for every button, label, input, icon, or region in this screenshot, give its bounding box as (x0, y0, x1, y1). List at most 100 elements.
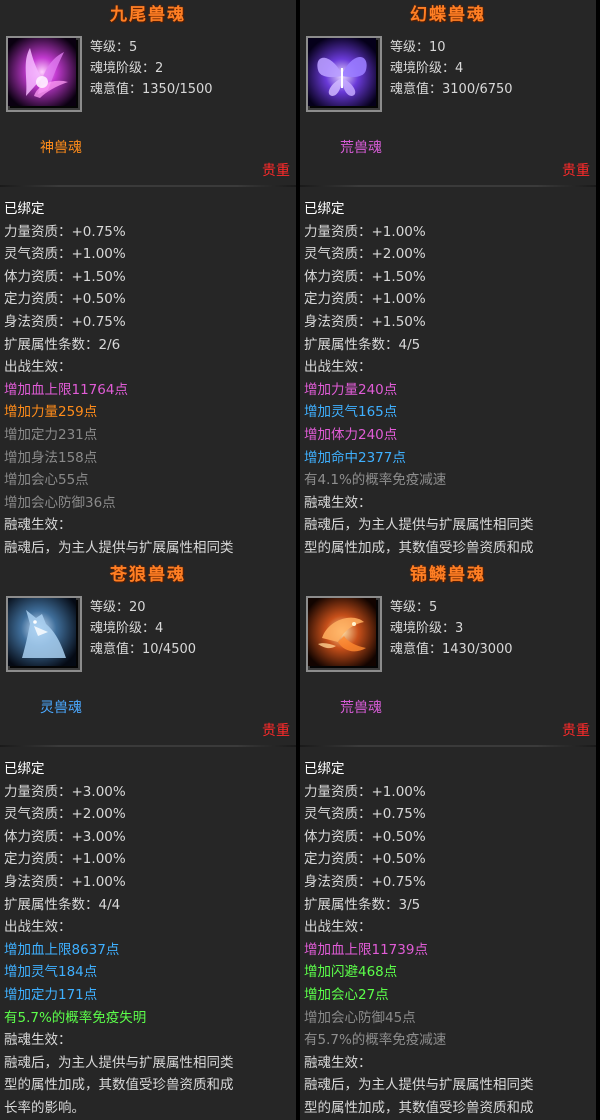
attribute-line: 融魂生效： (4, 517, 72, 534)
level-stat: 等级：20 (90, 600, 146, 615)
attribute-line: 已绑定 (4, 761, 45, 777)
attribute-line: 增加灵气184点 (4, 964, 98, 981)
attribute-line: 灵气资质：+1.00% (4, 246, 126, 263)
attribute-line: 有5.7%的概率免疫失明 (4, 1009, 147, 1026)
divider (0, 745, 296, 747)
card-title: 九尾兽魂 (110, 5, 186, 25)
attribute-line: 增加会心防御45点 (304, 1009, 416, 1026)
attribute-line: 灵气资质：+2.00% (4, 806, 126, 823)
card-stats: 等级：5 魂境阶级：2 魂意值：1350/1500 (90, 37, 213, 100)
realm-stat: 魂境阶级：2 (90, 61, 164, 76)
attribute-line: 扩展属性条数：4/5 (304, 336, 421, 353)
card-stats: 等级：20 魂境阶级：4 魂意值：10/4500 (90, 597, 196, 660)
attribute-line: 已绑定 (4, 201, 45, 217)
attribute-line: 增加闪避468点 (304, 964, 398, 981)
level-stat: 等级：10 (390, 40, 446, 55)
attribute-line: 增加灵气165点 (304, 404, 398, 421)
attribute-line: 出战生效： (4, 919, 72, 936)
rarity-label: 贵重 (262, 723, 290, 739)
tooltip-card-butterfly: 幻蝶兽魂 等级：10 魂境阶级：4 魂意值：3100/6750 荒兽魂 贵重 已… (300, 0, 596, 560)
divider (300, 185, 596, 187)
attribute-line: 体力资质：+3.00% (4, 828, 126, 845)
card-title: 苍狼兽魂 (110, 565, 186, 585)
attribute-line: 力量资质：+0.75% (4, 223, 126, 240)
attribute-line: 型的属性加成，其数值受珍兽资质和成 (4, 1077, 234, 1094)
attribute-line: 融魂后，为主人提供与扩展属性相同类 (304, 1077, 534, 1094)
attribute-line: 身法资质：+1.50% (304, 313, 426, 330)
attribute-line: 扩展属性条数：2/6 (4, 336, 121, 353)
attribute-line: 融魂生效： (304, 1054, 372, 1071)
attribute-line: 增加定力231点 (4, 426, 98, 443)
attribute-line: 增加血上限11764点 (4, 381, 128, 398)
divider (0, 185, 296, 187)
realm-stat: 魂境阶级：4 (390, 61, 464, 76)
soul-value-stat: 魂意值：1430/3000 (390, 642, 513, 657)
butterfly-spirit-icon[interactable] (306, 36, 382, 112)
attribute-line: 定力资质：+1.00% (304, 291, 426, 308)
soul-value-stat: 魂意值：1350/1500 (90, 82, 213, 97)
soul-type-label: 灵兽魂 (40, 700, 82, 716)
soul-type-label: 神兽魂 (40, 140, 82, 156)
attribute-line: 体力资质：+1.50% (4, 268, 126, 285)
attribute-line: 力量资质：+3.00% (4, 783, 126, 800)
attribute-line: 增加会心55点 (4, 472, 89, 489)
attribute-line: 扩展属性条数：4/4 (4, 896, 121, 913)
attribute-line: 增加血上限8637点 (4, 941, 120, 958)
attribute-line: 出战生效： (304, 919, 372, 936)
rarity-label: 贵重 (262, 163, 290, 179)
card-title: 幻蝶兽魂 (410, 5, 486, 25)
koi-fish-spirit-icon[interactable] (306, 596, 382, 672)
realm-stat: 魂境阶级：4 (90, 621, 164, 636)
soul-type-label: 荒兽魂 (340, 700, 382, 716)
attribute-line: 长率的影响。 (4, 1099, 85, 1116)
attribute-line: 出战生效： (4, 359, 72, 376)
attribute-line: 融魂生效： (304, 494, 372, 511)
attribute-line: 定力资质：+0.50% (304, 851, 426, 868)
attribute-line: 增加定力171点 (4, 986, 98, 1003)
attribute-line: 增加体力240点 (304, 426, 398, 443)
attribute-line: 已绑定 (304, 201, 345, 217)
attribute-line: 定力资质：+0.50% (4, 291, 126, 308)
attribute-line: 扩展属性条数：3/5 (304, 896, 421, 913)
attribute-list: 已绑定 力量资质：+3.00% 灵气资质：+2.00% 体力资质：+3.00% 定力资质… (4, 758, 294, 1120)
attribute-line: 身法资质：+0.75% (4, 313, 126, 330)
attribute-line: 体力资质：+0.50% (304, 828, 426, 845)
attribute-line: 增加命中2377点 (304, 449, 406, 466)
divider (300, 745, 596, 747)
attribute-line: 身法资质：+1.00% (4, 873, 126, 890)
attribute-line: 增加会心防御36点 (4, 494, 116, 511)
attribute-line: 已绑定 (304, 761, 345, 777)
card-title: 锦鳞兽魂 (410, 565, 486, 585)
wolf-spirit-icon[interactable] (6, 596, 82, 672)
attribute-line: 增加会心27点 (304, 986, 389, 1003)
realm-stat: 魂境阶级：3 (390, 621, 464, 636)
attribute-line: 融魂后，为主人提供与扩展属性相同类 (4, 539, 234, 556)
attribute-line: 体力资质：+1.50% (304, 268, 426, 285)
tooltip-card-wolf: 苍狼兽魂 等级：20 魂境阶级：4 魂意值：10/4500 灵兽魂 贵重 已绑定… (0, 560, 296, 1120)
card-stats: 等级：10 魂境阶级：4 魂意值：3100/6750 (390, 37, 513, 100)
soul-value-stat: 魂意值：10/4500 (90, 642, 197, 657)
attribute-line: 有4.1%的概率免疫减速 (304, 472, 447, 489)
attribute-list: 已绑定 力量资质：+1.00% 灵气资质：+2.00% 体力资质：+1.50% 定力资质… (304, 198, 594, 560)
attribute-line: 增加血上限11739点 (304, 941, 428, 958)
attribute-list: 已绑定力量资质：+0.75% 灵气资质：+1.00% 体力资质：+1.50% 定力资质… (4, 198, 294, 560)
attribute-line: 型的属性加成，其数值受珍兽资质和成 (304, 539, 534, 556)
attribute-line: 融魂后，为主人提供与扩展属性相同类 (304, 517, 534, 534)
attribute-line: 灵气资质：+0.75% (304, 806, 426, 823)
attribute-line: 增加身法158点 (4, 449, 98, 466)
level-stat: 等级：5 (390, 600, 438, 615)
soul-value-stat: 魂意值：3100/6750 (390, 82, 513, 97)
attribute-line: 融魂生效： (4, 1032, 72, 1049)
nine-tail-fox-spirit-icon[interactable] (6, 36, 82, 112)
attribute-line: 融魂后，为主人提供与扩展属性相同类 (4, 1054, 234, 1071)
attribute-line: 力量资质：+1.00% (304, 223, 426, 240)
attribute-line: 出战生效： (304, 359, 372, 376)
attribute-list: 已绑定力量资质：+1.00% 灵气资质：+0.75% 体力资质：+0.50% 定力资质… (304, 758, 594, 1120)
tooltip-card-nine-tail: 九尾兽魂 等级：5 魂境阶级：2 魂意值：1350/1500 神兽魂 贵重 已绑… (0, 0, 296, 560)
attribute-line: 身法资质：+0.75% (304, 873, 426, 890)
tooltip-card-koi: 锦鳞兽魂 等级：5 魂境阶级：3 魂意值：1430/3000 荒兽魂 贵重 已绑… (300, 560, 596, 1120)
card-stats: 等级：5 魂境阶级：3 魂意值：1430/3000 (390, 597, 513, 660)
soul-type-label: 荒兽魂 (340, 140, 382, 156)
attribute-line: 力量资质：+1.00% (304, 783, 426, 800)
rarity-label: 贵重 (562, 163, 590, 179)
